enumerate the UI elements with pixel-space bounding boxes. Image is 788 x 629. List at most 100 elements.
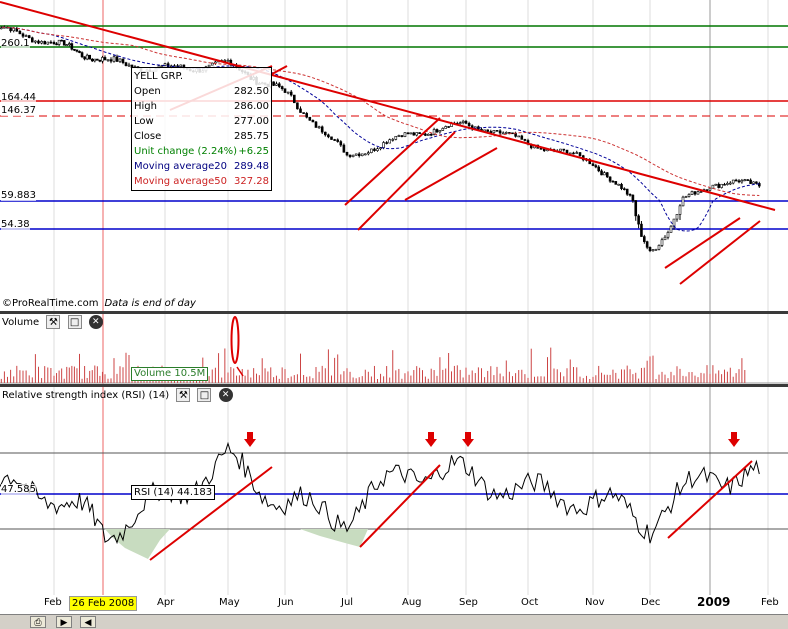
month-label: Sep (459, 597, 478, 608)
candle-body (514, 132, 517, 137)
month-label: Apr (157, 597, 175, 608)
candle-body (80, 52, 84, 58)
candle-body (98, 59, 102, 62)
month-label: Oct (521, 597, 539, 608)
candle-body (226, 59, 230, 62)
price-tooltip: YELL GRP. Open 282.50 High 286.00 Low 277.00 C… (131, 67, 272, 191)
candle-body (70, 43, 74, 50)
candle-body (637, 215, 640, 225)
candle-body (575, 152, 579, 154)
candle-body (9, 27, 12, 32)
candle-body (642, 236, 646, 242)
candle-body (520, 135, 524, 140)
candle-body (360, 153, 364, 157)
candle-body (539, 148, 543, 150)
candle-body (323, 131, 327, 136)
candle-body (687, 194, 691, 197)
candle-body (299, 108, 302, 113)
candle-body (743, 179, 747, 181)
pointer-icon[interactable]: ▶ (56, 616, 72, 628)
candle-body (660, 239, 664, 246)
tooltip-row: Moving average20 289.48 (134, 159, 269, 174)
candle-body (426, 133, 430, 136)
candle-body (572, 152, 575, 155)
level-label-146: 146.37 (1, 105, 36, 116)
tooltip-row-label: Unit change (2.24%) (134, 146, 238, 157)
candle-body (458, 122, 462, 124)
candle-body (409, 132, 413, 135)
candle-body (62, 40, 66, 46)
candle-body (277, 83, 281, 87)
tooltip-row-label: Close (134, 131, 162, 142)
candle-body (60, 39, 63, 42)
candle-body (663, 236, 667, 241)
wrench-icon[interactable]: ⚒ (176, 388, 191, 402)
channel-line-mid-1 (404, 147, 498, 201)
tooltip-row-label: Moving average50 (134, 176, 227, 187)
month-label: Feb (761, 597, 779, 608)
level-label-54: 54.38 (1, 219, 30, 230)
panel-divider-volume[interactable] (0, 311, 788, 314)
print-icon[interactable]: ⎙ (30, 616, 46, 628)
candle-body (711, 184, 715, 189)
rsi-oversold-fill (105, 529, 170, 559)
candle-body (0, 27, 3, 30)
tooltip-row: High 286.00 (134, 99, 269, 114)
candle-body (669, 225, 673, 233)
candle-body (370, 148, 373, 153)
downtrend-line (0, 1, 776, 211)
tooltip-row-label: Moving average20 (134, 161, 227, 172)
down-arrow-icon (462, 432, 474, 447)
rsi-panel-title: Relative strength index (RSI) (14) ⚒ □ ✕ (0, 388, 233, 404)
candle-body (21, 33, 25, 37)
volume-value-label: Volume 10.5M (131, 367, 209, 381)
candle-body (406, 132, 410, 135)
candle-body (391, 139, 395, 141)
candle-body (605, 172, 609, 178)
candle-body (112, 56, 116, 62)
candle-body (714, 183, 718, 186)
window-icon[interactable]: □ (67, 315, 82, 329)
candle-body (382, 142, 385, 148)
candle-body (333, 139, 336, 141)
down-arrow-icon (728, 432, 740, 447)
candle-body (88, 54, 91, 60)
close-icon[interactable]: ✕ (88, 315, 103, 329)
candle-body (394, 135, 398, 140)
candle-body (403, 132, 407, 137)
candle-body (121, 58, 125, 63)
candle-body (603, 172, 606, 176)
candle-body (93, 58, 97, 62)
crosshair-date-label: 26 Feb 2008 (69, 596, 138, 611)
candle-body (311, 120, 315, 123)
close-icon[interactable]: ✕ (218, 388, 233, 402)
candle-body (749, 179, 752, 184)
scroll-left-icon[interactable]: ◀ (80, 616, 96, 628)
candle-body (628, 193, 632, 196)
window-icon[interactable]: □ (197, 388, 212, 402)
candle-body (600, 170, 603, 176)
candle-body (708, 187, 712, 191)
candle-body (495, 130, 499, 132)
panel-divider-rsi[interactable] (0, 384, 788, 387)
candle-body (620, 183, 623, 189)
wrench-icon[interactable]: ⚒ (46, 315, 61, 329)
candle-body (746, 179, 750, 181)
candle-body (651, 249, 655, 252)
month-label-year: 2009 (697, 595, 731, 609)
candle-body (397, 135, 401, 137)
candle-body (424, 133, 427, 136)
candle-body (280, 86, 284, 89)
candle-body (357, 153, 361, 157)
tooltip-row-label: Low (134, 116, 154, 127)
candle-body (611, 180, 615, 183)
tooltip-row: Open 282.50 (134, 84, 269, 99)
candle-body (728, 182, 732, 185)
candle-body (740, 180, 744, 183)
candle-body (654, 248, 658, 251)
candle-body (354, 153, 358, 156)
candle-body (118, 58, 122, 62)
candle-body (731, 179, 735, 184)
candle-body (57, 39, 61, 45)
candle-body (68, 43, 71, 46)
